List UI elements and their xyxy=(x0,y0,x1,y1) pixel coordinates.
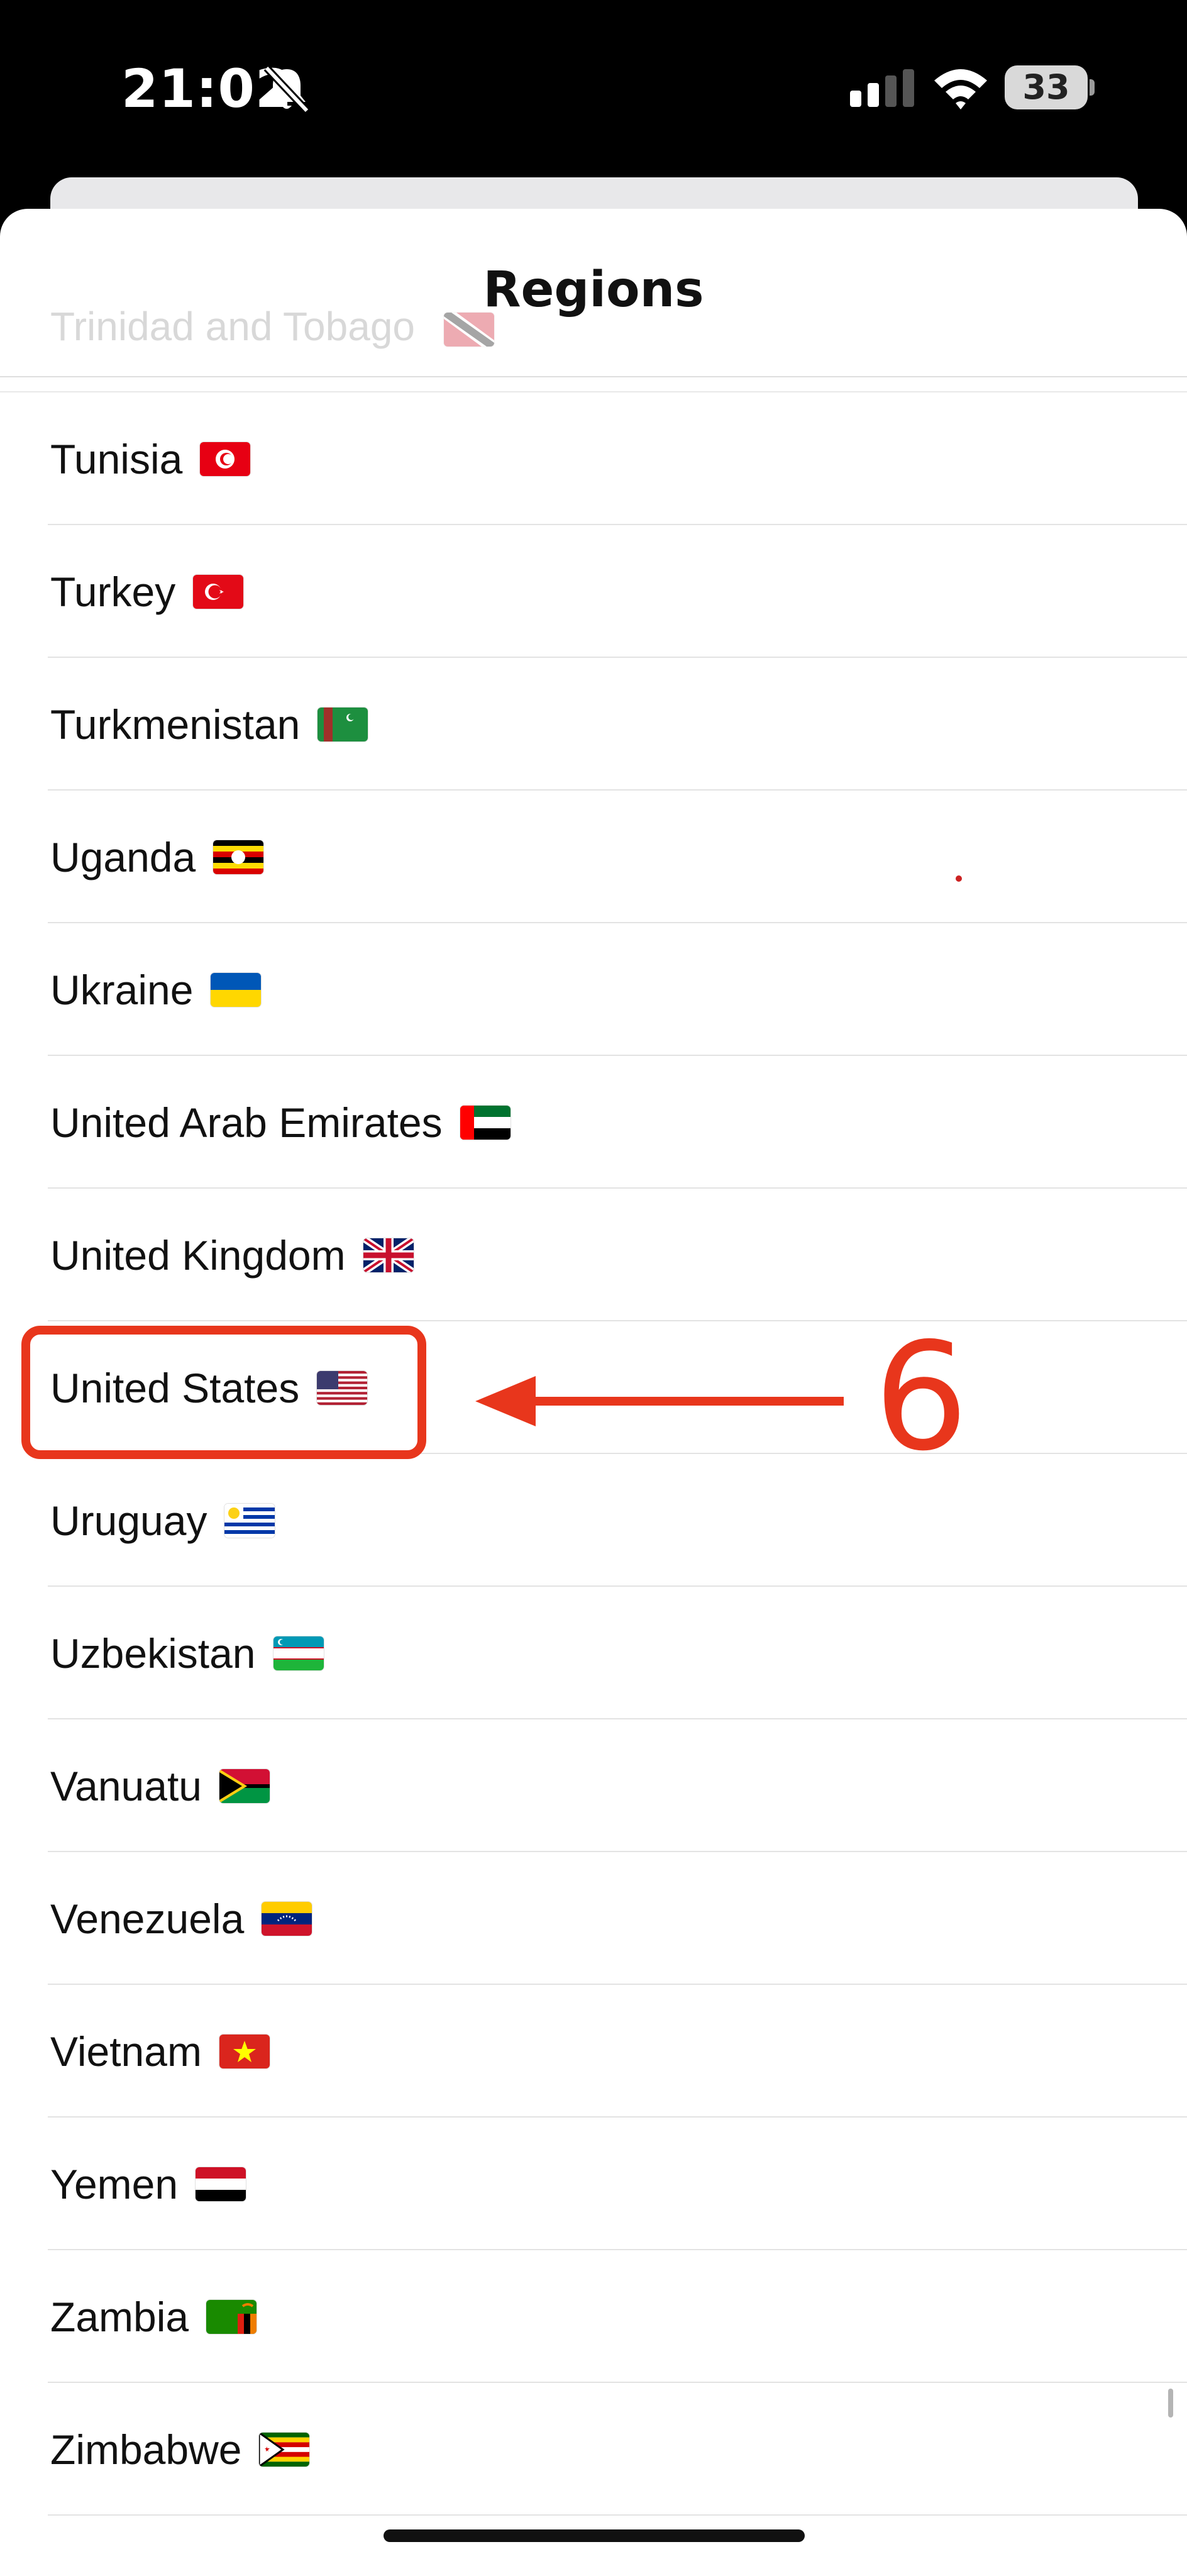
step-number: 6 xyxy=(874,1311,969,1484)
highlight-box xyxy=(21,1326,426,1459)
region-row-ae[interactable]: United Arab Emirates xyxy=(0,1056,1187,1189)
region-label: Turkey xyxy=(50,568,176,615)
red-dot xyxy=(956,875,962,882)
flag-uz-icon xyxy=(273,1636,324,1670)
battery-icon: 33 xyxy=(1005,65,1088,109)
flag-ua-icon xyxy=(211,972,262,1007)
region-row-vn[interactable]: Vietnam xyxy=(0,1985,1187,2118)
page-title: Regions xyxy=(483,262,704,318)
region-row-gb[interactable]: United Kingdom xyxy=(0,1189,1187,1321)
region-label: Uganda xyxy=(50,833,196,880)
header-divider xyxy=(0,376,1187,377)
flag-ye-icon xyxy=(196,2167,246,2201)
flag-zw-icon xyxy=(259,2432,310,2467)
region-row-tr[interactable]: Turkey xyxy=(0,525,1187,658)
flag-gb-icon xyxy=(363,1238,414,1272)
cellular-signal-icon xyxy=(850,69,914,107)
flag-tm-icon xyxy=(317,707,368,741)
battery-nub xyxy=(1090,79,1095,96)
status-bar: 21:02 33 xyxy=(0,0,1187,176)
region-row-ye[interactable]: Yemen xyxy=(0,2118,1187,2250)
flag-ve-icon xyxy=(262,1901,312,1936)
flag-ug-icon xyxy=(213,840,264,874)
region-row-ua[interactable]: Ukraine xyxy=(0,923,1187,1056)
region-label: Uruguay xyxy=(50,1497,207,1544)
region-label: United Arab Emirates xyxy=(50,1099,443,1146)
region-row-ug[interactable]: Uganda xyxy=(0,791,1187,923)
arrow-left-icon xyxy=(475,1376,844,1426)
home-indicator[interactable] xyxy=(384,2529,805,2542)
region-label: United Kingdom xyxy=(50,1231,346,1279)
region-row-zm[interactable]: Zambia xyxy=(0,2250,1187,2383)
region-row-zw[interactable]: Zimbabwe xyxy=(0,2383,1187,2516)
bell-slash-icon xyxy=(263,65,310,114)
region-label: Venezuela xyxy=(50,1895,245,1942)
flag-ae-icon xyxy=(460,1105,511,1140)
region-label: Yemen xyxy=(50,2160,179,2207)
region-label: Zambia xyxy=(50,2293,189,2340)
region-row-tn[interactable]: Tunisia xyxy=(0,392,1187,525)
region-row-vu[interactable]: Vanuatu xyxy=(0,1719,1187,1852)
region-label: Tunisia xyxy=(50,435,183,482)
region-row-ve[interactable]: Venezuela xyxy=(0,1852,1187,1985)
scrollbar[interactable] xyxy=(1168,2389,1173,2418)
region-label: Turkmenistan xyxy=(50,701,301,748)
region-row-tm[interactable]: Turkmenistan xyxy=(0,658,1187,791)
flag-zm-icon xyxy=(206,2299,257,2334)
region-label: Vietnam xyxy=(50,2028,202,2075)
flag-tr-icon xyxy=(193,574,244,609)
region-row-uz[interactable]: Uzbekistan xyxy=(0,1587,1187,1719)
region-label: Vanuatu xyxy=(50,1762,202,1809)
flag-vn-icon xyxy=(219,2034,270,2068)
flag-tn-icon xyxy=(200,441,251,476)
region-row-uy[interactable]: Uruguay xyxy=(0,1454,1187,1587)
region-label: Zimbabwe xyxy=(50,2426,242,2473)
region-label: Ukraine xyxy=(50,966,194,1013)
flag-vu-icon xyxy=(219,1768,270,1803)
flag-uy-icon xyxy=(224,1503,275,1538)
wifi-icon xyxy=(934,69,987,109)
region-label: Uzbekistan xyxy=(50,1629,256,1677)
